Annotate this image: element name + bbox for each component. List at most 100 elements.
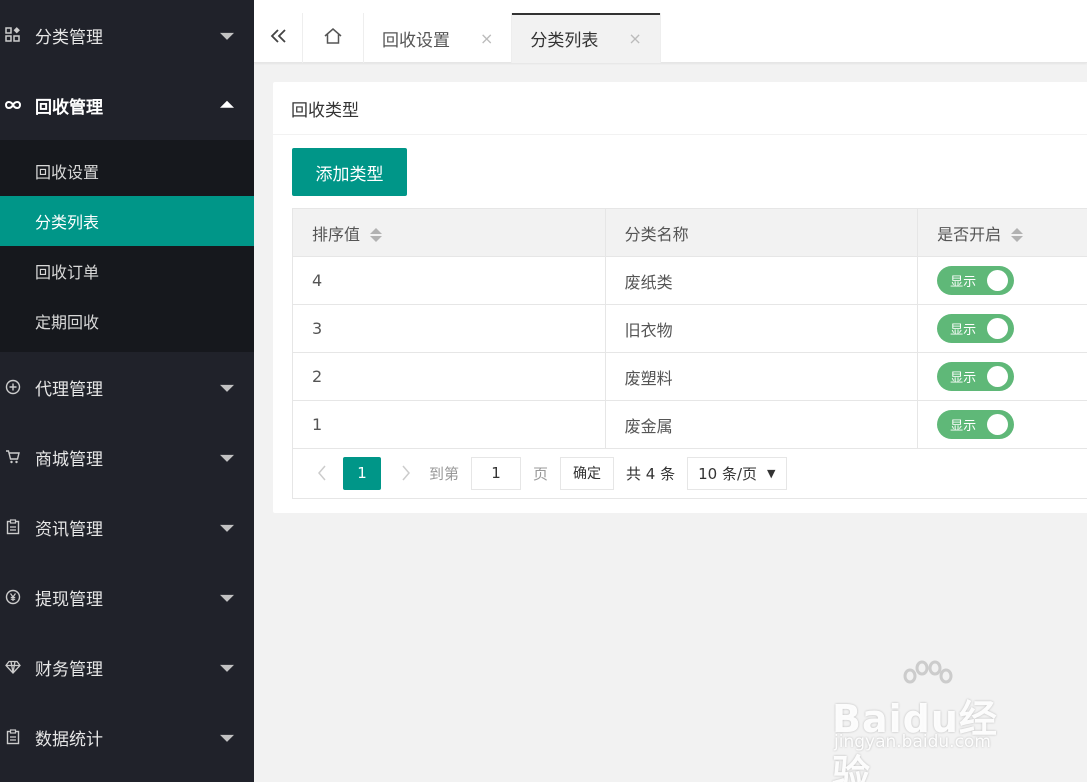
cart-icon <box>4 448 22 466</box>
nav-label: 代理管理 <box>35 379 103 400</box>
nav-item-category[interactable]: 分类管理 <box>0 0 254 70</box>
chevron-down-icon <box>220 594 234 602</box>
submenu-item-recycle-orders[interactable]: 回收订单 <box>0 246 254 296</box>
sort-icon[interactable] <box>1011 227 1024 243</box>
cell-sort: 1 <box>292 400 606 449</box>
home-icon <box>323 27 343 49</box>
grid-icon <box>4 26 22 44</box>
sort-icon[interactable] <box>370 227 383 243</box>
sidebar: 分类管理 回收管理 回收设置 分类列表 回收订单 定期回收 代理管理 商城管理 … <box>0 0 254 782</box>
card-title: 回收类型 <box>273 82 1087 135</box>
tab-recycle-settings[interactable]: 回收设置 × <box>364 13 513 63</box>
toggle-knob <box>987 414 1009 435</box>
next-page-button[interactable] <box>395 456 417 490</box>
chevron-left-icon <box>318 465 326 481</box>
clipboard-icon <box>4 728 22 746</box>
cell-name: 废纸类 <box>604 256 919 305</box>
table-row: 1 废金属 显示 <box>292 400 1087 449</box>
column-header-name: 分类名称 <box>604 208 919 257</box>
header-label: 是否开启 <box>937 224 1002 244</box>
submenu-item-recycle-settings[interactable]: 回收设置 <box>0 146 254 196</box>
cell-status: 显示 <box>917 256 1087 305</box>
column-header-enabled[interactable]: 是否开启 <box>917 208 1087 257</box>
column-header-sort[interactable]: 排序值 <box>292 208 606 257</box>
cell-sort: 2 <box>292 352 606 401</box>
close-icon[interactable]: × <box>480 29 493 48</box>
toggle-knob <box>987 270 1009 291</box>
recycle-type-card: 回收类型 添加类型 排序值 分类名称 是否开启 4 废纸类 显示 3 旧衣物 显… <box>273 82 1087 513</box>
nav-label: 分类管理 <box>35 27 103 48</box>
chevron-right-icon <box>402 465 410 481</box>
toggle-label: 显示 <box>950 371 977 386</box>
nav-label: 回收管理 <box>35 97 103 118</box>
pagination: 1 到第 页 确定 共 4 条 10 条/页 ▼ <box>292 448 1087 499</box>
chevron-down-icon <box>220 32 234 40</box>
confirm-page-button[interactable]: 确定 <box>560 456 615 490</box>
nav-item-mall[interactable]: 商城管理 <box>0 422 254 492</box>
nav-item-finance[interactable]: 财务管理 <box>0 632 254 702</box>
nav-item-withdraw[interactable]: 提现管理 <box>0 562 254 632</box>
tab-bar: 回收设置 × 分类列表 × <box>254 0 1087 63</box>
recycle-submenu: 回收设置 分类列表 回收订单 定期回收 <box>0 140 254 352</box>
baidu-watermark: Baidu经验 jingyan.baidu.com <box>832 660 1032 782</box>
header-label: 排序值 <box>312 224 361 244</box>
close-icon[interactable]: × <box>628 29 641 48</box>
table-row: 4 废纸类 显示 <box>292 256 1087 305</box>
tab-label: 回收设置 <box>382 30 450 51</box>
page-size-value: 10 条/页 <box>698 464 758 483</box>
chevron-down-icon <box>220 384 234 392</box>
visibility-toggle[interactable]: 显示 <box>937 266 1015 295</box>
nav-item-agent[interactable]: 代理管理 <box>0 352 254 422</box>
visibility-toggle[interactable]: 显示 <box>937 314 1015 343</box>
cell-status: 显示 <box>917 304 1087 353</box>
diamond-icon <box>4 658 22 676</box>
plus-circle-icon <box>4 378 22 396</box>
chevron-down-icon <box>220 664 234 672</box>
visibility-toggle[interactable]: 显示 <box>937 362 1015 391</box>
cell-status: 显示 <box>917 400 1087 449</box>
page-size-select[interactable]: 10 条/页 ▼ <box>687 456 787 490</box>
submenu-item-category-list[interactable]: 分类列表 <box>0 196 254 246</box>
toggle-label: 显示 <box>950 275 977 290</box>
nav-item-news[interactable]: 资讯管理 <box>0 492 254 562</box>
submenu-item-scheduled-recycle[interactable]: 定期回收 <box>0 296 254 346</box>
chevron-down-icon <box>220 454 234 462</box>
add-type-button[interactable]: 添加类型 <box>292 148 407 196</box>
nav-label: 资讯管理 <box>35 519 103 540</box>
double-chevron-left-icon <box>269 28 287 48</box>
toggle-label: 显示 <box>950 419 977 434</box>
nav-item-recycle[interactable]: 回收管理 <box>0 70 254 140</box>
table-row: 3 旧衣物 显示 <box>292 304 1087 353</box>
chevron-down-icon <box>220 734 234 742</box>
toggle-label: 显示 <box>950 323 977 338</box>
category-table: 排序值 分类名称 是否开启 4 废纸类 显示 3 旧衣物 显示 2 废塑料 显示 <box>292 208 1087 449</box>
watermark-url: jingyan.baidu.com <box>834 732 991 752</box>
current-page[interactable]: 1 <box>343 456 381 490</box>
tabs: 回收设置 × 分类列表 × <box>254 13 661 63</box>
yen-icon <box>4 588 22 606</box>
page-suffix: 页 <box>533 464 549 483</box>
table-row: 2 废塑料 显示 <box>292 352 1087 401</box>
header-label: 分类名称 <box>624 224 689 244</box>
chevron-down-icon <box>220 524 234 532</box>
nav-item-statistics[interactable]: 数据统计 <box>0 702 254 772</box>
visibility-toggle[interactable]: 显示 <box>937 410 1015 439</box>
collapse-sidebar-button[interactable] <box>254 13 303 63</box>
home-tab[interactable] <box>303 13 364 63</box>
cell-name: 废塑料 <box>604 352 919 401</box>
nav-label: 财务管理 <box>35 659 103 680</box>
cell-name: 旧衣物 <box>604 304 919 353</box>
infinity-icon <box>4 96 22 114</box>
cell-sort: 4 <box>292 256 606 305</box>
tab-category-list[interactable]: 分类列表 × <box>512 13 661 63</box>
goto-label: 到第 <box>429 464 460 483</box>
table-header-row: 排序值 分类名称 是否开启 <box>292 208 1087 257</box>
tab-label: 分类列表 <box>530 30 599 51</box>
nav-label: 提现管理 <box>35 589 103 610</box>
nav-label: 商城管理 <box>35 449 103 470</box>
page-number-input[interactable] <box>471 456 522 490</box>
cell-name: 废金属 <box>604 400 919 449</box>
dropdown-icon: ▼ <box>767 466 776 480</box>
chevron-up-icon <box>220 100 234 108</box>
prev-page-button[interactable] <box>311 456 333 490</box>
